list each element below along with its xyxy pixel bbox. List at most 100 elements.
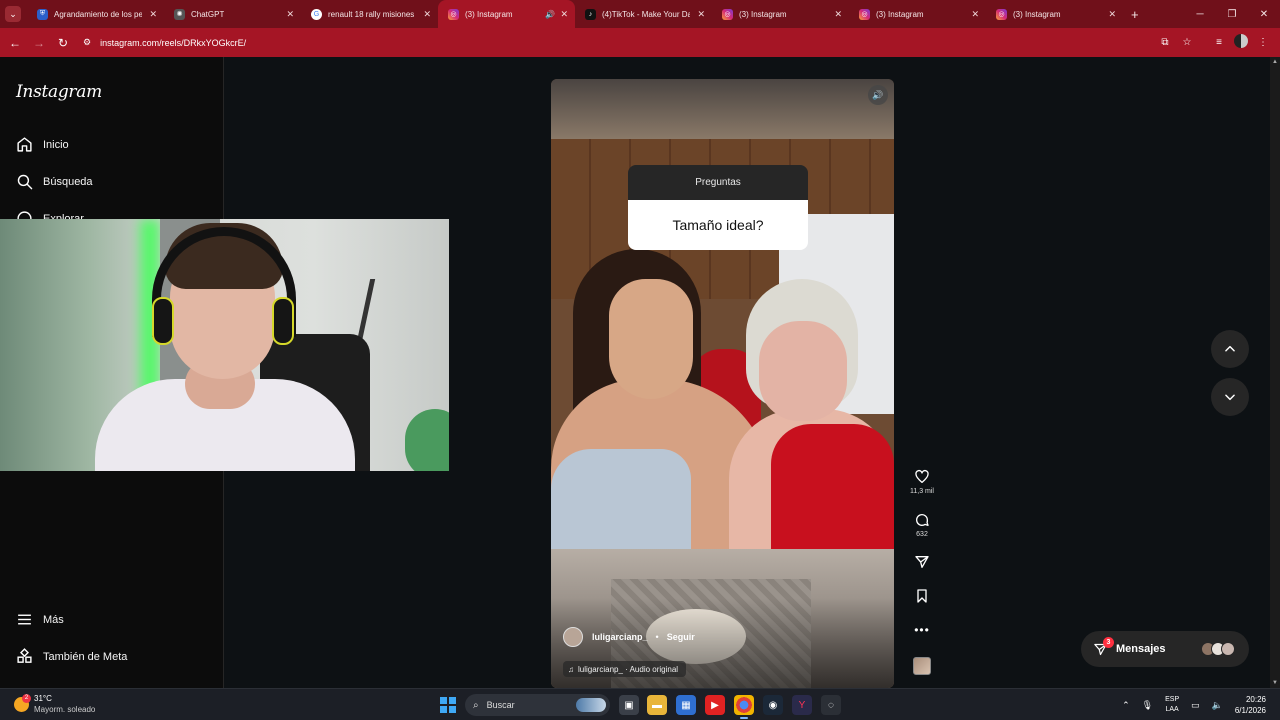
close-icon[interactable]: ✕ (971, 9, 979, 20)
weather-condition: Mayorm. soleado (34, 705, 96, 714)
scroll-down-icon[interactable]: ▼ (1272, 680, 1278, 686)
close-icon[interactable]: ✕ (286, 9, 294, 20)
browser-tab[interactable]: ◎ (3) Instagram ✕ (986, 0, 1123, 28)
opera-gx-icon[interactable]: Y (792, 695, 812, 715)
previous-reel-button[interactable] (1211, 330, 1249, 368)
sidebar-item-label: Búsqueda (43, 175, 93, 188)
new-tab-button[interactable]: + (1131, 7, 1139, 22)
store-icon[interactable]: ▦ (676, 695, 696, 715)
url-text: instagram.com/reels/DRkxYOGkcrE/ (100, 37, 247, 48)
avatar (1221, 642, 1235, 656)
like-count: 11,3 mil (910, 488, 934, 495)
task-view-icon[interactable]: ▣ (619, 695, 639, 715)
screen: { "browser": { "tabs": [ {"label": "Agra… (0, 0, 1280, 720)
date: 6/1/2026 (1234, 706, 1266, 715)
sidebar-item-busqueda[interactable]: Búsqueda (16, 173, 93, 190)
browser-tab-strip: ⌄ ⛨ Agrandamiento de los pe ✕ ✺ ChatGPT … (0, 0, 1280, 28)
site-info-icon[interactable]: ⚙ (83, 37, 91, 48)
scroll-up-icon[interactable]: ▲ (1272, 59, 1278, 65)
messages-button[interactable]: 3 Mensajes (1081, 631, 1249, 667)
like-button[interactable]: 11,3 mil (908, 469, 936, 495)
next-reel-button[interactable] (1211, 378, 1249, 416)
avatar[interactable] (563, 627, 583, 647)
sidebar-item-label: También de Meta (43, 650, 128, 663)
reload-icon[interactable]: ↻ (51, 36, 75, 50)
browser-tab[interactable]: ◎ (3) Instagram ✕ (712, 0, 849, 28)
language-indicator[interactable]: ESP LAA (1165, 695, 1179, 715)
youtube-icon[interactable]: ▶ (705, 695, 725, 715)
share-button[interactable] (908, 554, 936, 570)
tab-search-button[interactable]: ⌄ (5, 6, 21, 22)
browser-tab-active[interactable]: ◎ (3) Instagram 🔊 ✕ (438, 0, 575, 28)
browser-menu-icon[interactable]: ⋮ (1252, 37, 1274, 48)
chevron-up-icon[interactable]: ⌃ (1122, 700, 1130, 711)
tiktok-icon: ♪ (585, 8, 596, 20)
speaker-icon[interactable]: 🔊 (545, 10, 555, 19)
address-bar[interactable]: ⚙ instagram.com/reels/DRkxYOGkcrE/ (83, 32, 1154, 54)
music-note-icon: ♫ (568, 664, 574, 674)
question-sticker: Preguntas Tamaño ideal? (628, 165, 808, 250)
shield-icon: ⛨ (37, 8, 48, 20)
save-button[interactable] (908, 588, 936, 604)
close-icon[interactable]: ✕ (560, 9, 568, 20)
browser-tab[interactable]: G renault 18 rally misiones ✕ (301, 0, 438, 28)
comment-button[interactable]: 632 (908, 512, 936, 538)
browser-toolbar: ← → ↻ ⚙ instagram.com/reels/DRkxYOGkcrE/… (0, 28, 1280, 57)
search-icon (17, 174, 33, 190)
browser-tab[interactable]: ✺ ChatGPT ✕ (164, 0, 301, 28)
clock[interactable]: 20:26 6/1/2026 (1235, 694, 1266, 716)
volume-icon[interactable]: 🔊 (868, 85, 888, 105)
forward-icon[interactable]: → (27, 36, 51, 50)
window-controls: ─ ❐ ✕ (1184, 0, 1280, 28)
google-icon: G (311, 8, 322, 20)
instagram-logo[interactable]: Instagram (16, 82, 102, 102)
browser-tab[interactable]: ⛨ Agrandamiento de los pe ✕ (27, 0, 164, 28)
menu-icon (18, 614, 31, 625)
close-icon[interactable]: ✕ (423, 9, 431, 20)
volume-icon[interactable]: 🔈 (1212, 700, 1223, 711)
restore-icon[interactable]: ❐ (1216, 9, 1248, 20)
close-icon[interactable]: ✕ (697, 9, 705, 20)
steam-icon[interactable]: ◉ (763, 695, 783, 715)
display-icon[interactable]: ▭ (1191, 700, 1200, 711)
sidebar-item-mas[interactable]: Más (16, 611, 64, 628)
install-app-icon[interactable]: ⧉ (1154, 37, 1176, 48)
sidebar-item-inicio[interactable]: Inicio (16, 136, 69, 153)
chrome-icon[interactable] (734, 695, 754, 719)
minimize-icon[interactable]: ─ (1184, 9, 1216, 20)
time: 20:26 (1245, 695, 1266, 704)
more-options-icon[interactable]: ••• (908, 623, 936, 637)
media-controls-icon[interactable]: ≡ (1208, 37, 1230, 48)
sidebar-item-tambien-de-meta[interactable]: También de Meta (16, 648, 127, 665)
sun-icon: 2 (14, 693, 31, 712)
app-icon[interactable]: ◌ (821, 695, 841, 715)
browser-tab[interactable]: ◎ (3) Instagram ✕ (849, 0, 986, 28)
instagram-icon: ◎ (996, 8, 1007, 20)
close-icon[interactable]: ✕ (834, 9, 842, 20)
comment-icon (916, 514, 929, 526)
page-scrollbar[interactable]: ▲ ▼ (1270, 57, 1280, 688)
username[interactable]: luligarcianp_ (592, 632, 648, 642)
audio-chip[interactable]: ♫ luligarcianp_ · Audio original (563, 661, 687, 677)
close-window-icon[interactable]: ✕ (1248, 9, 1280, 20)
bookmark-star-icon[interactable]: ☆ (1176, 37, 1198, 48)
audio-thumbnail[interactable] (913, 657, 931, 675)
profile-icon[interactable] (1230, 34, 1252, 51)
file-explorer-icon[interactable]: ▬ (647, 695, 667, 715)
search-icon: ⌕ (473, 699, 479, 711)
close-icon[interactable]: ✕ (1108, 9, 1116, 20)
back-icon[interactable]: ← (3, 36, 27, 50)
microphone-icon[interactable]: 🎙 (1142, 700, 1153, 711)
browser-tab[interactable]: ♪ (4)TikTok - Make Your Day ✕ (575, 0, 712, 28)
reel-video[interactable]: 🔊 Preguntas Tamaño ideal? luligarcianp_ … (551, 79, 894, 688)
instagram-icon: ◎ (448, 8, 459, 20)
weather-widget[interactable]: 2 31°C Mayorm. soleado (14, 693, 95, 715)
follow-button[interactable]: Seguir (667, 632, 695, 642)
bookmark-icon (917, 589, 927, 603)
start-button[interactable] (440, 697, 456, 713)
chatgpt-icon: ✺ (174, 8, 185, 20)
send-icon (915, 556, 929, 568)
close-icon[interactable]: ✕ (149, 9, 157, 20)
taskbar-search[interactable]: ⌕ Buscar (465, 694, 610, 716)
messages-label: Mensajes (1116, 643, 1166, 655)
